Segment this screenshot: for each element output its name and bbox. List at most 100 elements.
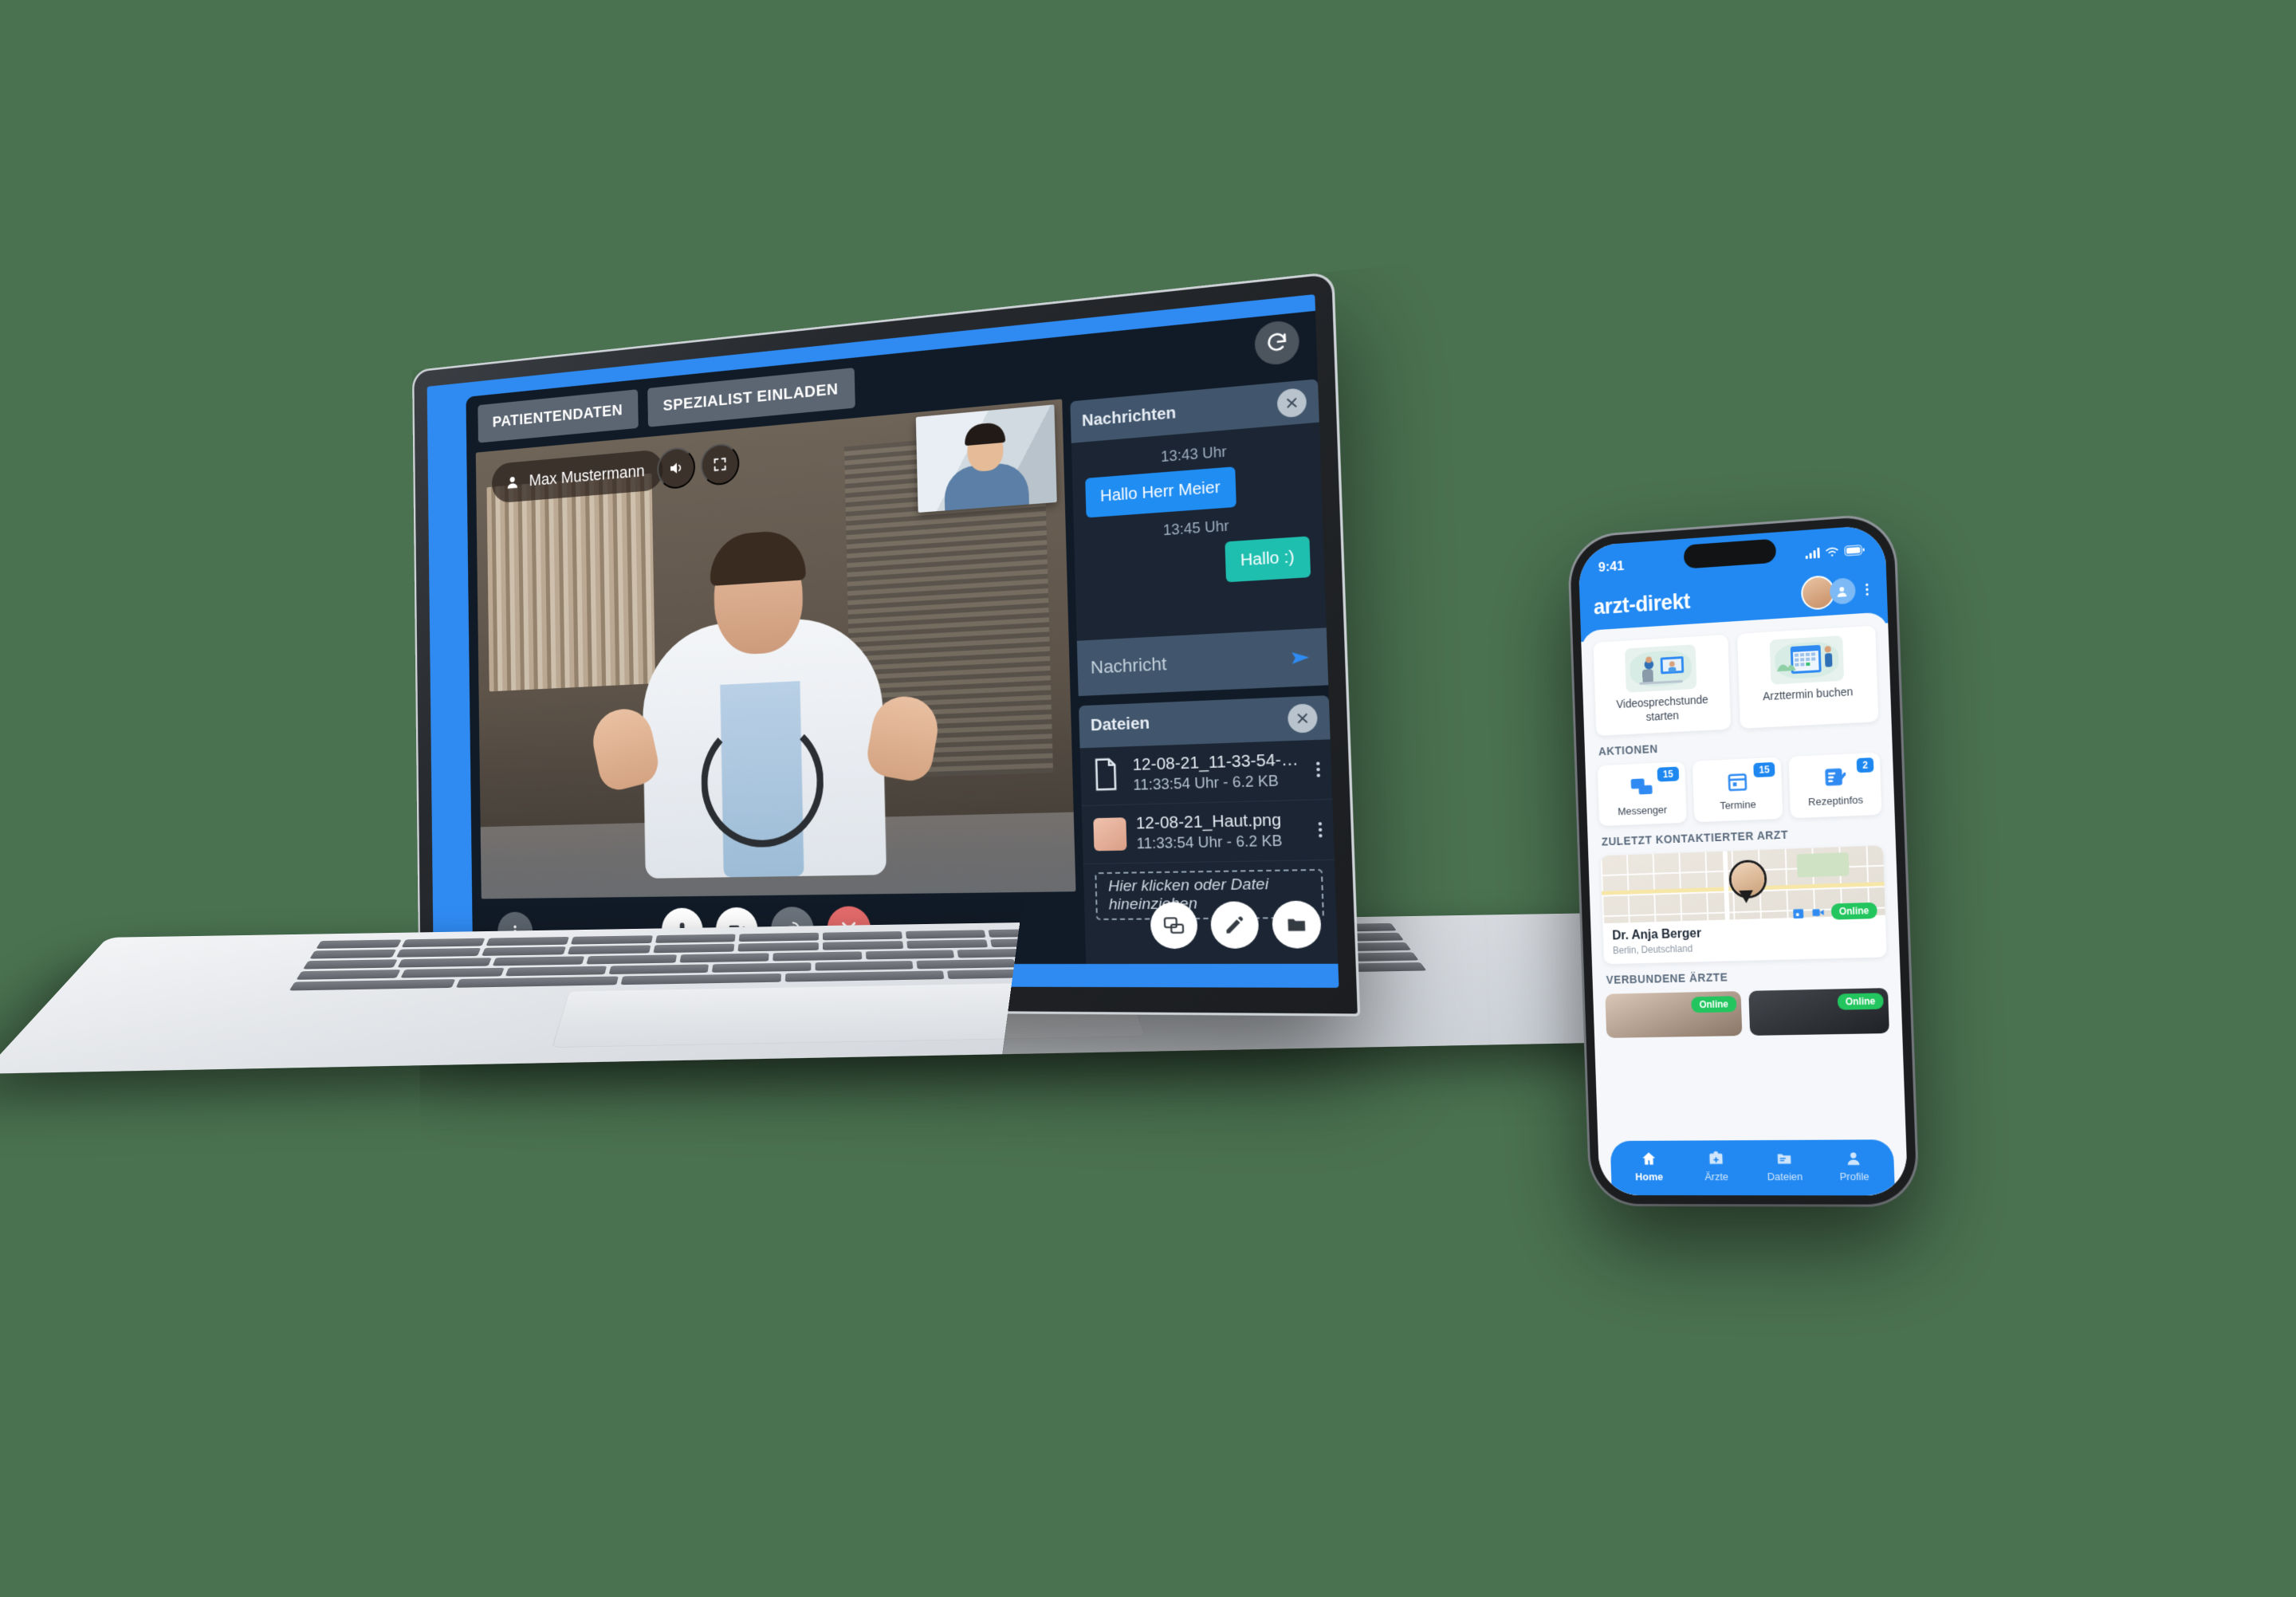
last-doctor-section-title: ZULETZT KONTAKTIERTER ARZT <box>1601 828 1789 848</box>
tab-label: Ärzte <box>1704 1170 1729 1183</box>
tab-aerzte[interactable]: Ärzte <box>1682 1150 1751 1182</box>
key <box>289 979 456 991</box>
file-row[interactable]: 12-08-21_11-33-54-61... 11:33:54 Uhr - 6… <box>1079 739 1333 807</box>
map-park <box>1796 852 1850 878</box>
file-row[interactable]: 12-08-21_Haut.png 11:33:54 Uhr - 6.2 KB <box>1081 799 1335 864</box>
self-view-thumbnail[interactable] <box>915 404 1057 513</box>
person-icon <box>1845 1150 1863 1167</box>
key <box>916 958 1016 970</box>
files-panel-title: Dateien <box>1090 714 1150 735</box>
tab-label: Home <box>1635 1170 1664 1183</box>
kebab-menu-icon[interactable] <box>1315 759 1321 780</box>
key <box>621 973 782 985</box>
app-main: Max Mustermann Nachrichten 13:43 Uhr Hal… <box>466 376 1339 964</box>
key <box>400 967 505 978</box>
tab-spezialist-einladen[interactable]: SPEZIALIST EINLADEN <box>647 368 855 427</box>
key <box>739 932 820 942</box>
tab-dateien[interactable]: Dateien <box>1750 1150 1820 1182</box>
refresh-button[interactable] <box>1254 319 1300 367</box>
status-badge: Online <box>1837 993 1884 1010</box>
key <box>309 949 396 959</box>
toggle-files-button[interactable] <box>1271 900 1322 949</box>
tab-label: Dateien <box>1767 1170 1803 1183</box>
expand-icon <box>712 455 728 474</box>
status-badge: Online <box>1691 996 1737 1013</box>
messages-list: 13:43 Uhr Hallo Herr Meier 13:45 Uhr Hal… <box>1071 423 1327 641</box>
doctor-figure <box>588 529 944 879</box>
map-road <box>1722 851 1730 920</box>
chat-bubbles-icon <box>1630 774 1653 799</box>
key <box>486 936 569 946</box>
key <box>397 958 492 968</box>
image-thumbnail <box>1093 817 1127 852</box>
last-doctor-card[interactable]: Online Dr. Anja Berger Berlin, Deutschla… <box>1600 845 1887 965</box>
home-icon <box>1640 1151 1657 1168</box>
wifi-icon <box>1825 546 1838 557</box>
face <box>713 535 804 656</box>
status-badge: Online <box>1830 902 1877 920</box>
calendar-booking-illustration <box>1769 635 1844 685</box>
quick-action-cards: Videosprechstunde starten Arzttermin buc… <box>1593 625 1879 737</box>
key <box>712 962 812 973</box>
folder-icon <box>1285 914 1308 936</box>
connected-doctor-card[interactable]: Online <box>1748 988 1889 1036</box>
scene: PATIENTENDATEN SPEZIALIST EINLADEN Max M… <box>0 0 2296 1597</box>
file-details: 11:33:54 Uhr - 6.2 KB <box>1133 772 1280 793</box>
key <box>302 959 398 970</box>
tab-home[interactable]: Home <box>1615 1151 1683 1183</box>
calendar-icon <box>1726 769 1748 793</box>
video-column: Max Mustermann <box>475 399 1078 964</box>
toggle-chat-button[interactable] <box>1150 902 1198 950</box>
badge-count: 15 <box>1657 766 1679 782</box>
kebab-menu-icon[interactable] <box>1862 581 1873 598</box>
video-consultation-illustration <box>1625 644 1697 693</box>
messages-panel: Nachrichten 13:43 Uhr Hallo Herr Meier 1… <box>1070 379 1329 696</box>
connected-doctor-card[interactable]: Online <box>1605 991 1742 1038</box>
add-person-icon[interactable] <box>1829 577 1856 605</box>
annotate-button[interactable] <box>1209 901 1260 949</box>
checklist-icon <box>1823 765 1846 789</box>
file-meta: 12-08-21_Haut.png 11:33:54 Uhr - 6.2 KB <box>1136 810 1308 852</box>
action-messenger[interactable]: 15 Messenger <box>1597 761 1687 827</box>
tab-profile[interactable]: Profile <box>1818 1149 1889 1182</box>
file-meta: 12-08-21_11-33-54-61... 11:33:54 Uhr - 6… <box>1132 750 1306 794</box>
participant-name: Max Mustermann <box>529 461 645 490</box>
file-name: 12-08-21_Haut.png <box>1135 811 1282 833</box>
participant-name-pill: Max Mustermann <box>491 449 663 504</box>
key <box>316 939 402 949</box>
key <box>568 945 651 955</box>
medical-bag-icon <box>1707 1150 1724 1167</box>
laptop-base <box>0 912 1758 1260</box>
send-icon[interactable] <box>1288 647 1314 668</box>
folder-icon <box>1775 1150 1794 1167</box>
close-messages-button[interactable] <box>1276 387 1307 419</box>
key <box>570 935 653 945</box>
chat-icon <box>1162 915 1185 936</box>
kebab-menu-icon[interactable] <box>1317 820 1323 840</box>
video-call-icon[interactable] <box>1811 905 1826 919</box>
card-label: Videosprechstunde starten <box>1616 693 1708 723</box>
message-bubble-incoming: Hallo Herr Meier <box>1085 466 1236 518</box>
doctor-card-actions: Online <box>1791 902 1877 921</box>
action-label: Termine <box>1720 798 1756 812</box>
lab-coat <box>641 614 887 879</box>
key <box>608 964 710 975</box>
key <box>482 946 567 956</box>
video-consultation-app: PATIENTENDATEN SPEZIALIST EINLADEN Max M… <box>466 310 1339 965</box>
card-videosprechstunde[interactable]: Videosprechstunde starten <box>1593 634 1731 737</box>
action-rezeptinfos[interactable]: 2 Rezeptinfos <box>1788 752 1882 819</box>
tab-patientendaten[interactable]: PATIENTENDATEN <box>478 389 639 443</box>
fullscreen-button[interactable] <box>700 442 740 487</box>
key <box>586 954 678 965</box>
card-arzttermin[interactable]: Arzttermin buchen <box>1736 625 1879 729</box>
hair <box>709 529 806 586</box>
calendar-icon[interactable] <box>1791 906 1805 920</box>
speaker-toggle-button[interactable] <box>656 446 696 490</box>
badge-count: 2 <box>1856 757 1874 773</box>
file-name: 12-08-21_11-33-54-61... <box>1132 750 1306 775</box>
close-files-button[interactable] <box>1287 703 1318 734</box>
action-termine[interactable]: 15 Termine <box>1692 757 1783 823</box>
message-bubble-outgoing: Hallo :) <box>1225 536 1311 583</box>
speaker-icon <box>667 458 685 478</box>
remote-video[interactable]: Max Mustermann <box>475 399 1076 899</box>
